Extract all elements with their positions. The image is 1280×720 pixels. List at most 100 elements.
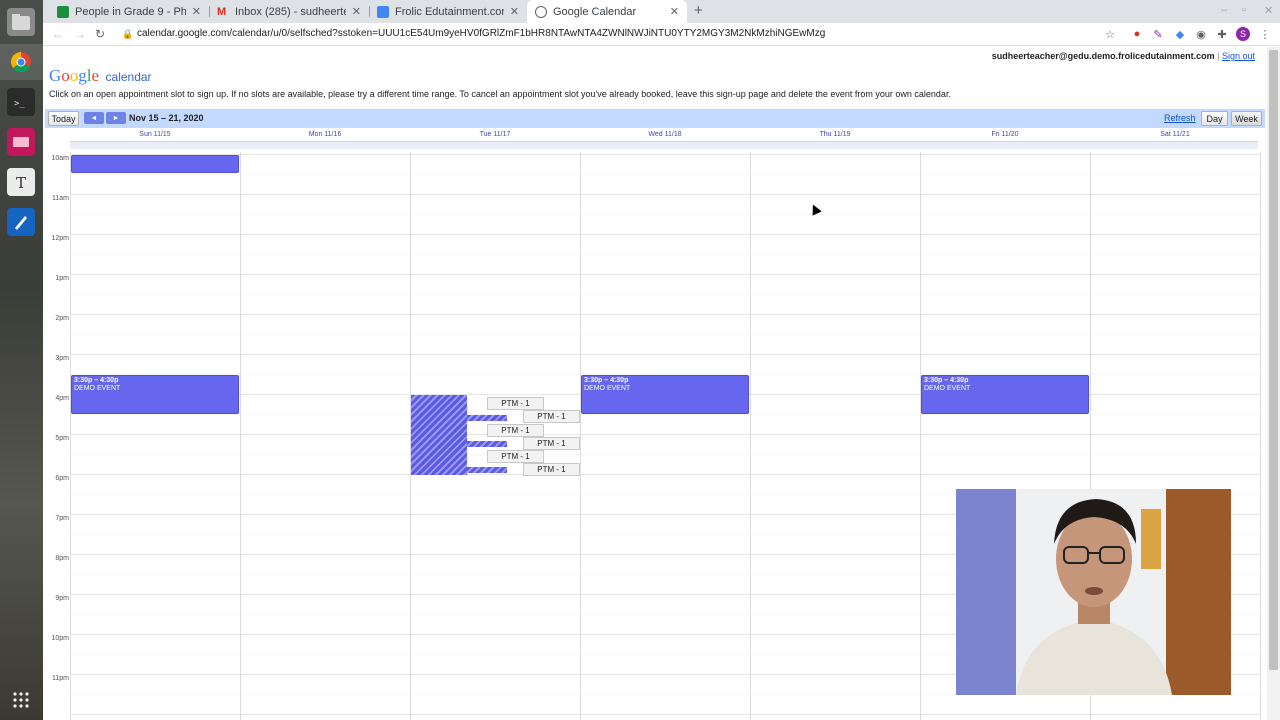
hour-label: 5pm — [55, 435, 69, 442]
day-header-sat: Sat 11/21 — [1160, 131, 1190, 138]
tab-title: Google Calendar — [553, 5, 637, 18]
hour-label: 10am — [51, 155, 69, 162]
browser-tab-strip: People in Grade 9 - Physic ✕ M Inbox (28… — [43, 0, 1280, 23]
ptm-slot[interactable]: PTM - 1 — [523, 437, 580, 450]
kebab-menu-icon[interactable]: ⋮ — [1258, 27, 1272, 41]
day-view-button[interactable]: Day — [1201, 111, 1228, 126]
svg-text:>_: >_ — [14, 99, 25, 109]
window-close-icon[interactable]: ✕ — [1264, 4, 1273, 17]
busy-strip — [467, 415, 507, 421]
account-email: sudheerteacher@gedu.demo.frolicedutainme… — [991, 51, 1215, 61]
google-calendar-logo: Google calendar — [49, 66, 152, 86]
refresh-link[interactable]: Refresh — [1164, 113, 1196, 123]
date-range: Nov 15 – 21, 2020 — [129, 113, 204, 123]
globe-icon — [535, 5, 547, 18]
event-title: DEMO EVENT — [74, 385, 121, 392]
hour-label: 3pm — [55, 355, 69, 362]
extension-diamond-icon[interactable]: ◆ — [1173, 27, 1187, 41]
today-button[interactable]: Today — [48, 111, 79, 126]
hour-label: 6pm — [55, 475, 69, 482]
close-icon[interactable]: ✕ — [352, 5, 361, 18]
os-dock: >_ T — [0, 0, 43, 720]
forward-icon[interactable]: → — [74, 27, 86, 41]
text-editor-icon[interactable]: T — [7, 168, 35, 196]
day-header-wed: Wed 11/18 — [648, 131, 682, 138]
bookmark-star-icon[interactable]: ☆ — [1103, 27, 1117, 41]
day-header-row: Sun 11/15 Mon 11/16 Tue 11/17 Wed 11/18 … — [45, 128, 1265, 142]
ptm-slot[interactable]: PTM - 1 — [523, 463, 580, 476]
new-tab-button[interactable]: + — [694, 2, 703, 19]
hour-label: 10pm — [51, 635, 69, 642]
tab-classroom[interactable]: People in Grade 9 - Physic ✕ — [49, 0, 209, 23]
address-bar[interactable]: calendar.google.com/calendar/u/0/selfsch… — [137, 28, 825, 39]
hour-label: 9pm — [55, 595, 69, 602]
event-time: 3:30p – 4:30p — [924, 377, 969, 384]
extension-record-icon[interactable]: ● — [1130, 27, 1144, 41]
ptm-slot[interactable]: PTM - 1 — [487, 450, 544, 463]
close-icon[interactable]: ✕ — [192, 5, 201, 18]
tab-gmail[interactable]: M Inbox (285) - sudheerteac ✕ — [209, 0, 369, 23]
logo-google: Google — [49, 66, 100, 85]
svg-text:T: T — [16, 174, 26, 191]
app-grid-icon[interactable] — [7, 686, 35, 714]
event-block[interactable] — [71, 155, 239, 173]
gmail-icon: M — [217, 5, 227, 18]
demo-event-sun[interactable]: 3:30p – 4:30p DEMO EVENT — [71, 375, 239, 414]
files-icon[interactable] — [7, 8, 35, 36]
profile-avatar[interactable]: S — [1236, 27, 1250, 41]
calendar-toolbar: Today ◄ ► Nov 15 – 21, 2020 Refresh Day … — [45, 109, 1265, 128]
week-view-button[interactable]: Week — [1231, 111, 1262, 126]
extension-circle-icon[interactable]: ◉ — [1194, 27, 1208, 41]
hour-label: 8pm — [55, 555, 69, 562]
busy-strip — [467, 441, 507, 447]
demo-event-wed[interactable]: 3:30p – 4:30p DEMO EVENT — [581, 375, 749, 414]
terminal-icon[interactable]: >_ — [7, 88, 35, 116]
all-day-row — [70, 141, 1258, 149]
webcam-overlay — [956, 489, 1231, 695]
close-icon[interactable]: ✕ — [510, 5, 519, 18]
tab-frolic[interactable]: Frolic Edutainment.com ✕ — [369, 0, 527, 23]
hour-label: 11pm — [52, 675, 69, 682]
back-icon[interactable]: ← — [52, 27, 64, 41]
day-header-fri: Fri 11/20 — [991, 131, 1019, 138]
ptm-slot[interactable]: PTM - 1 — [487, 397, 544, 410]
minimize-icon[interactable]: – — [1221, 4, 1227, 16]
busy-block — [411, 395, 467, 475]
sites-icon — [377, 5, 389, 18]
day-header-mon: Mon 11/16 — [308, 131, 342, 138]
browser-toolbar: ← → ↻ 🔒 calendar.google.com/calendar/u/0… — [43, 23, 1280, 46]
reload-icon[interactable]: ↻ — [95, 27, 105, 41]
extensions-puzzle-icon[interactable]: ✚ — [1215, 27, 1229, 41]
prev-week-button[interactable]: ◄ — [84, 112, 104, 124]
next-week-button[interactable]: ► — [106, 112, 126, 124]
extension-pen-icon[interactable]: ✎ — [1151, 27, 1165, 41]
event-time: 3:30p – 4:30p — [584, 377, 629, 384]
hour-label: 12pm — [51, 235, 69, 242]
annotate-pen-icon[interactable] — [7, 208, 35, 236]
scrollbar-thumb[interactable] — [1269, 50, 1278, 670]
hour-label: 7pm — [55, 515, 69, 522]
account-bar: sudheerteacher@gedu.demo.frolicedutainme… — [991, 51, 1255, 61]
event-title: DEMO EVENT — [924, 385, 971, 392]
screen-recorder-icon[interactable] — [7, 128, 35, 156]
maximize-icon[interactable]: ▫ — [1242, 4, 1246, 16]
tab-title: Inbox (285) - sudheerteac — [235, 5, 346, 18]
hour-label: 2pm — [55, 315, 69, 322]
tab-google-calendar[interactable]: Google Calendar ✕ — [527, 0, 687, 23]
demo-event-fri[interactable]: 3:30p – 4:30p DEMO EVENT — [921, 375, 1089, 414]
busy-strip — [467, 467, 507, 473]
hour-label: 4pm — [55, 395, 69, 402]
ptm-slot[interactable]: PTM - 1 — [523, 410, 580, 423]
ptm-slot[interactable]: PTM - 1 — [487, 424, 544, 437]
day-header-thu: Thu 11/19 — [819, 131, 851, 138]
day-header-tue: Tue 11/17 — [479, 131, 511, 138]
hour-label: 11am — [52, 195, 69, 202]
chrome-icon[interactable] — [7, 48, 35, 76]
sign-out-link[interactable]: Sign out — [1222, 51, 1255, 61]
presenter-video — [956, 489, 1231, 695]
event-time: 3:30p – 4:30p — [74, 377, 119, 384]
tab-title: People in Grade 9 - Physic — [75, 5, 186, 18]
close-icon[interactable]: ✕ — [670, 5, 679, 18]
day-header-sun: Sun 11/15 — [139, 131, 171, 138]
logo-calendar: calendar — [105, 70, 152, 84]
